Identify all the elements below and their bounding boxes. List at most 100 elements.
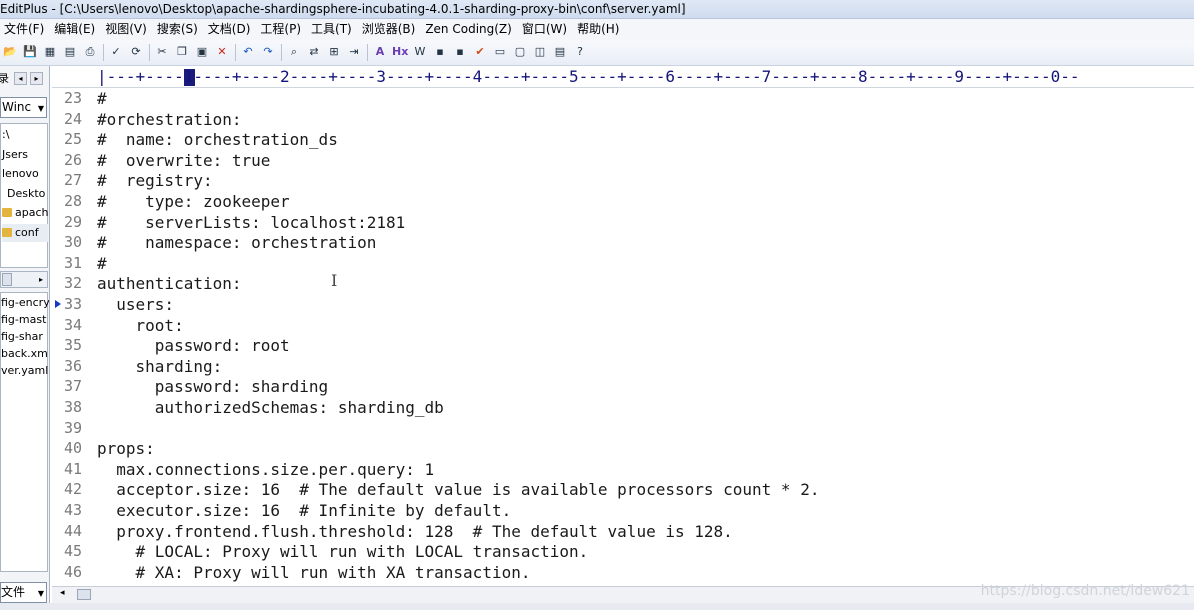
code-line[interactable]: 42 acceptor.size: 16 # The default value… xyxy=(52,479,1194,500)
code-line[interactable]: 37 password: sharding xyxy=(52,376,1194,397)
code-text: # overwrite: true xyxy=(97,150,271,170)
folder-icon xyxy=(2,208,12,217)
fullscreen-icon[interactable]: ▢ xyxy=(512,44,528,60)
code-text: #orchestration: xyxy=(97,109,242,129)
code-line[interactable]: 39 xyxy=(52,418,1194,439)
find-in-files-icon[interactable]: ⊞ xyxy=(326,44,342,60)
print-icon[interactable]: ⎙ xyxy=(82,44,98,60)
find-icon[interactable]: ⌕ xyxy=(286,44,302,60)
drive-select[interactable]: Winc ▼ xyxy=(0,97,47,118)
goto-line-icon[interactable]: ⇥ xyxy=(346,44,362,60)
code-line[interactable]: 40 props: xyxy=(52,438,1194,459)
menu-item[interactable]: 文档(D) xyxy=(204,19,257,40)
code-line[interactable]: 38 authorizedSchemas: sharding_db xyxy=(52,397,1194,418)
menu-item[interactable]: Zen Coding(Z) xyxy=(421,19,518,40)
open-icon[interactable]: 📂 xyxy=(2,44,18,60)
code-line[interactable]: 28 # type: zookeeper xyxy=(52,191,1194,212)
line-number-icon[interactable]: ▪ xyxy=(432,44,448,60)
cut-icon[interactable]: ✂ xyxy=(154,44,170,60)
redo-icon[interactable]: ↷ xyxy=(260,44,276,60)
code-line[interactable]: 24 #orchestration: xyxy=(52,109,1194,130)
window-icon[interactable]: ▭ xyxy=(492,44,508,60)
line-number: 23 xyxy=(63,89,82,107)
code-editor[interactable]: 23 #24 #orchestration: 25 # name: orchestrat… xyxy=(52,88,1194,586)
code-line[interactable]: 23 # xyxy=(52,88,1194,109)
menu-item[interactable]: 编辑(E) xyxy=(50,19,101,40)
code-line[interactable]: 36 sharding: xyxy=(52,356,1194,377)
code-text: # serverLists: localhost:2181 xyxy=(97,212,406,232)
code-text: acceptor.size: 16 # The default value is… xyxy=(97,480,820,500)
folder-tree-item[interactable]: lenovo xyxy=(2,165,39,183)
scroll-left-icon[interactable]: ◂ xyxy=(60,588,65,598)
file-list-item[interactable]: fig-encry xyxy=(1,294,49,311)
code-line[interactable]: 26 # overwrite: true xyxy=(52,150,1194,171)
scrollbar-thumb[interactable] xyxy=(2,273,12,286)
menu-item[interactable]: 工具(T) xyxy=(307,19,358,40)
code-line[interactable]: 43 executor.size: 16 # Infinite by defau… xyxy=(52,500,1194,521)
toolbar-separator xyxy=(235,44,236,61)
font-size-icon[interactable]: A xyxy=(372,44,388,60)
code-line[interactable]: 44 proxy.frontend.flush.threshold: 128 #… xyxy=(52,521,1194,542)
menu-item[interactable]: 工程(P) xyxy=(256,19,307,40)
check-icon[interactable]: ✔ xyxy=(472,44,488,60)
folder-tree-item[interactable]: apach xyxy=(2,204,48,222)
column-marker-icon[interactable]: ▪ xyxy=(452,44,468,60)
output-icon[interactable]: ▤ xyxy=(552,44,568,60)
code-text: # name: orchestration_ds xyxy=(97,130,338,150)
tab-scroll-left-icon[interactable]: ◂ xyxy=(14,72,27,85)
split-icon[interactable]: ◫ xyxy=(532,44,548,60)
code-line[interactable]: 27 # registry: xyxy=(52,170,1194,191)
code-line[interactable]: 32 authentication: xyxy=(52,273,1194,294)
menu-item[interactable]: 搜索(S) xyxy=(153,19,204,40)
tab-scroll-right-icon[interactable]: ▸ xyxy=(30,72,43,85)
code-text: # namespace: orchestration xyxy=(97,233,377,253)
code-line[interactable]: 45 # LOCAL: Proxy will run with LOCAL tr… xyxy=(52,541,1194,562)
help-icon[interactable]: ? xyxy=(572,44,588,60)
copy-icon[interactable]: ❐ xyxy=(174,44,190,60)
scrollbar-thumb[interactable] xyxy=(77,589,91,600)
folder-tree-item[interactable]: Jsers xyxy=(2,146,28,164)
menu-item[interactable]: 浏览器(B) xyxy=(358,19,422,40)
replace-icon[interactable]: ⇄ xyxy=(306,44,322,60)
file-list-item[interactable]: ver.yaml xyxy=(1,362,48,379)
code-text: # type: zookeeper xyxy=(97,192,290,211)
folder-tree-item-label: Jsers xyxy=(2,147,28,161)
print-preview-icon[interactable]: ▤ xyxy=(62,44,78,60)
menu-item[interactable]: 帮助(H) xyxy=(573,19,625,40)
delete-icon[interactable]: ✕ xyxy=(214,44,230,60)
paste-icon[interactable]: ▣ xyxy=(194,44,210,60)
code-line[interactable]: 34 root: xyxy=(52,315,1194,336)
code-line[interactable]: 29 # serverLists: localhost:2181 xyxy=(52,212,1194,233)
menu-item[interactable]: 文件(F) xyxy=(0,19,50,40)
file-list-item[interactable]: fig-shar xyxy=(1,328,43,345)
spellcheck-icon[interactable]: ✓ xyxy=(108,44,124,60)
folder-tree-item[interactable]: conf xyxy=(2,223,48,242)
save-all-icon[interactable]: ▦ xyxy=(42,44,58,60)
file-filter-select[interactable]: 文件 ▼ xyxy=(0,582,47,603)
code-line[interactable]: 35 password: root xyxy=(52,335,1194,356)
menu-item[interactable]: 视图(V) xyxy=(101,19,153,40)
sidebar-tab-directory[interactable]: 录 xyxy=(0,70,9,88)
toolbar-separator xyxy=(149,44,150,61)
code-line[interactable]: 46 # XA: Proxy will run with XA transact… xyxy=(52,562,1194,583)
code-line[interactable]: 30 # namespace: orchestration xyxy=(52,232,1194,253)
refresh-icon[interactable]: ⟳ xyxy=(128,44,144,60)
undo-icon[interactable]: ↶ xyxy=(240,44,256,60)
folder-tree-item[interactable]: :\ xyxy=(2,126,9,144)
line-number: 38 xyxy=(63,398,82,416)
word-wrap-icon[interactable]: W xyxy=(412,44,428,60)
folder-tree-item[interactable]: Deskto xyxy=(7,185,45,203)
file-list-item[interactable]: fig-mast xyxy=(1,311,46,328)
code-line[interactable]: 25 # name: orchestration_ds xyxy=(52,129,1194,150)
line-number: 40 xyxy=(63,439,82,458)
code-line[interactable]: 33 users: xyxy=(52,294,1194,315)
code-line[interactable]: 31 # xyxy=(52,253,1194,274)
scroll-right-icon[interactable]: ▸ xyxy=(39,272,43,287)
hex-icon[interactable]: Hx xyxy=(392,44,408,60)
menu-item[interactable]: 窗口(W) xyxy=(518,19,573,40)
folder-tree-scrollbar[interactable]: ▸ xyxy=(0,271,48,288)
code-line[interactable]: 41 max.connections.size.per.query: 1 xyxy=(52,459,1194,480)
text-cursor-icon: I xyxy=(331,271,338,290)
save-icon[interactable]: 💾 xyxy=(22,44,38,60)
file-list-item[interactable]: back.xm xyxy=(1,345,48,362)
